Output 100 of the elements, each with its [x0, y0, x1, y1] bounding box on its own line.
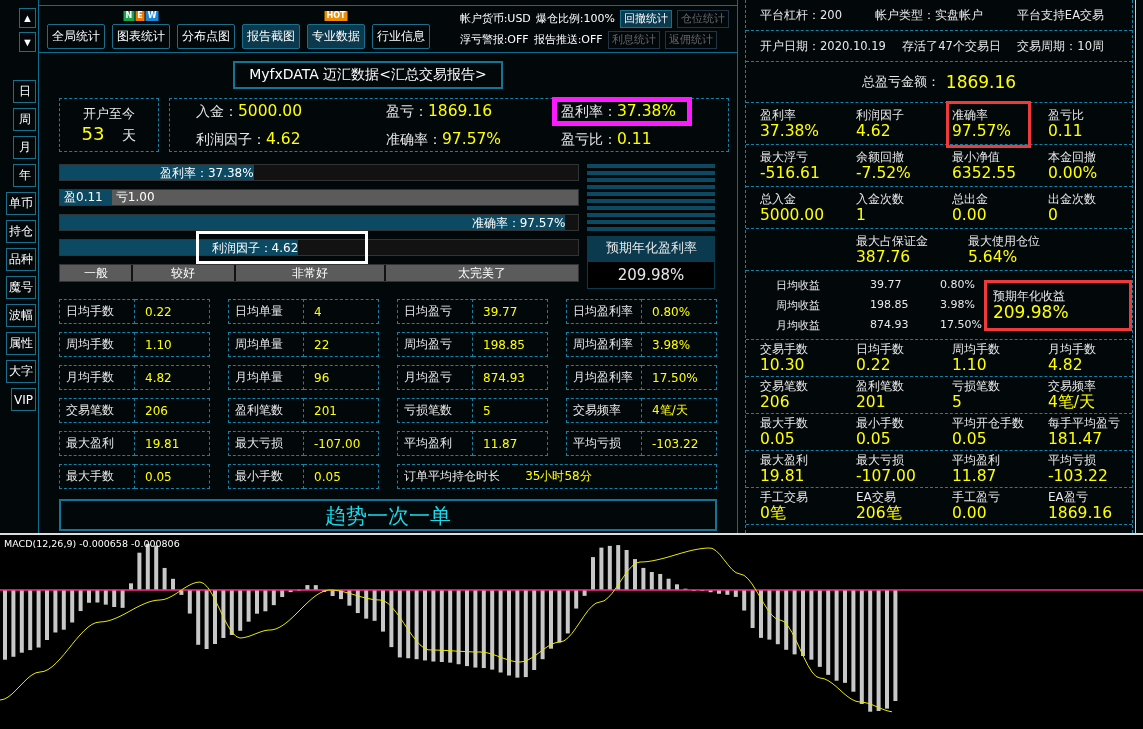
scale-segment: 一般	[60, 265, 132, 281]
metric-label: 手工盈亏	[952, 490, 1000, 504]
metric-value: 206	[760, 393, 791, 411]
stat-value: 874.93	[473, 365, 548, 390]
metric-label: 最大浮亏	[760, 149, 809, 164]
income-amount: 39.77	[870, 277, 903, 293]
metric-value: 5	[952, 393, 963, 411]
bar-label: 盈0.11	[63, 189, 103, 206]
toolbar-button[interactable]: 专业数据	[307, 24, 365, 49]
metric-value: 4.82	[1048, 356, 1084, 374]
account-info: 平台杠杆：200	[760, 7, 842, 23]
days-unit: 天	[122, 127, 137, 145]
side-tab[interactable]: VIP	[11, 388, 36, 411]
metric-label: 平均开仓手数	[952, 416, 1024, 430]
stat-value: 39.77	[473, 299, 548, 324]
strategy-button[interactable]: 趋势一次一单	[59, 499, 717, 531]
days-value: 53	[81, 123, 105, 144]
side-tab[interactable]: 日	[13, 80, 36, 103]
toolbar-button[interactable]: 分布点图	[177, 24, 235, 49]
metric-label: 准确率	[952, 107, 989, 122]
side-tab[interactable]: 魔号	[6, 276, 36, 299]
metric-label: 盈利率	[760, 107, 797, 122]
expected-income-value: 209.98%	[992, 301, 1069, 322]
income-percent: 3.98%	[940, 297, 975, 313]
side-tab[interactable]: 大字	[6, 360, 36, 383]
stat-label: 日均手数	[59, 299, 135, 324]
account-info: 存活了47个交易日	[902, 38, 1001, 54]
income-percent: 0.80%	[940, 277, 975, 293]
toolbar-button[interactable]: 行业信息	[372, 24, 430, 49]
since-open-label: 开户至今	[83, 105, 135, 123]
toolbar-button[interactable]: 全局统计	[47, 24, 105, 49]
summary-metric: 盈亏：1869.16	[386, 102, 493, 120]
side-tab[interactable]: 持仓	[6, 220, 36, 243]
stat-label: 月均手数	[59, 365, 135, 390]
metric-value: 5000.00	[760, 205, 825, 224]
metric-value: -103.22	[1048, 467, 1108, 485]
side-tab[interactable]: 年	[13, 164, 36, 187]
stat-value: 0.05	[304, 464, 380, 489]
stat-value: 1.10	[135, 332, 210, 357]
metric-value: 19.81	[760, 467, 806, 485]
metric-label: 总出金	[952, 191, 988, 206]
stat-label: 周均单量	[228, 332, 304, 357]
scroll-arrow-button[interactable]: ▲	[19, 8, 36, 28]
metric-label: 余额回撤	[856, 149, 905, 164]
total-label: 总盈亏金额：	[861, 73, 940, 91]
toolbar-button[interactable]: 报告截图	[242, 24, 300, 49]
stat-label: 交易笔数	[59, 398, 135, 423]
scroll-arrow-button[interactable]: ▼	[19, 32, 36, 52]
stat-label: 月均单量	[228, 365, 304, 390]
side-tab[interactable]: 月	[13, 136, 36, 159]
stat-label: 周均盈利率	[566, 332, 642, 357]
stat-value: 35小时58分	[515, 464, 717, 489]
metric-value: -7.52%	[856, 163, 911, 182]
metric-label: 总入金	[760, 191, 797, 206]
summary-metric: 准确率：97.57%	[386, 130, 502, 148]
scale-segment: 较好	[133, 265, 234, 281]
metric-value: -107.00	[856, 467, 916, 485]
stat-value: 22	[304, 332, 379, 357]
side-tab[interactable]: 属性	[6, 332, 36, 355]
account-info: 帐户类型：实盘帐户	[875, 7, 984, 23]
annualized-value: 209.98%	[587, 261, 715, 289]
metric-value: 1869.16	[1048, 504, 1113, 522]
metric-value: 0笔	[760, 504, 787, 522]
stat-label: 最小手数	[228, 464, 305, 489]
stat-value: 4.82	[135, 365, 210, 390]
bar-label: 盈利率：37.38%	[159, 164, 254, 181]
side-tab[interactable]: 周	[13, 108, 36, 131]
income-percent: 17.50%	[940, 317, 982, 333]
stat-label: 月均盈亏	[397, 365, 473, 390]
account-info: 平台支持EA交易	[1016, 7, 1104, 23]
stat-label: 最大手数	[59, 464, 135, 489]
stat-value: 0.22	[135, 299, 210, 324]
metric-label: EA交易	[856, 490, 897, 504]
metric-label: 平均盈利	[952, 453, 1000, 467]
side-tab[interactable]: 波幅	[6, 304, 36, 327]
metric-label: 周均手数	[952, 342, 1000, 356]
metric-value: 4笔/天	[1048, 393, 1096, 411]
bar-label: 准确率：97.57%	[471, 214, 566, 231]
stat-value: 201	[304, 398, 379, 423]
stat-label: 周均手数	[59, 332, 135, 357]
metric-label: 平均亏损	[1048, 453, 1097, 467]
metric-label: 盈利笔数	[856, 379, 904, 393]
metric-value: 97.57%	[952, 121, 1012, 140]
side-tab[interactable]: 品种	[6, 248, 36, 271]
stat-button[interactable]: 回撤统计	[620, 9, 672, 28]
stat-value: -107.00	[304, 431, 379, 456]
stat-value: 19.81	[135, 431, 210, 456]
metric-value: 181.47	[1048, 430, 1104, 448]
summary-metric: 利润因子：4.62	[196, 130, 301, 148]
income-label: 周均收益	[776, 297, 821, 313]
metric-label: 最大使用仓位	[968, 233, 1040, 248]
account-info: 开户日期：2020.10.19	[760, 38, 886, 54]
badge: N	[123, 11, 135, 21]
metric-label: 最小手数	[856, 416, 904, 430]
side-tab[interactable]: 单币	[6, 192, 36, 215]
income-label: 日均收益	[776, 277, 821, 293]
metric-value: 0.11	[1048, 121, 1084, 140]
metric-label: 入金次数	[856, 191, 904, 206]
metric-value: 0.00	[952, 205, 988, 224]
toolbar-button[interactable]: 图表统计	[112, 24, 170, 49]
